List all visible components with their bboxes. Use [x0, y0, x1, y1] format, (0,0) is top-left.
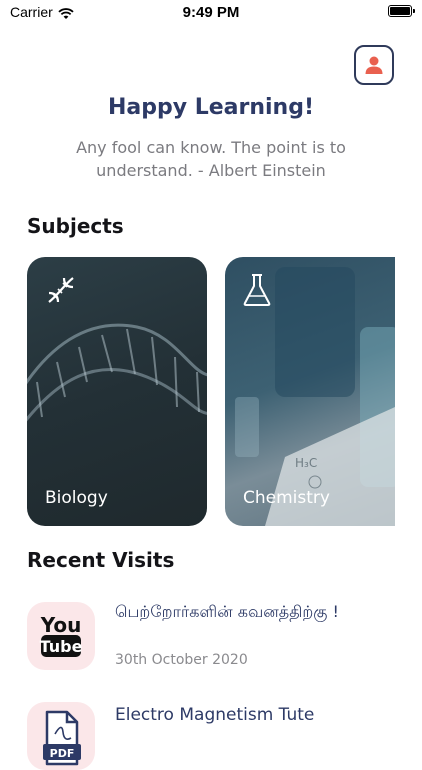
status-bar: Carrier 9:49 PM: [0, 0, 422, 26]
pdf-icon: PDF: [43, 710, 81, 766]
battery-icon: [388, 5, 415, 17]
subjects-heading: Subjects: [27, 214, 124, 238]
quote-text: Any fool can know. The point is to under…: [76, 138, 346, 180]
recent-item-title: Electro Magnetism Tute: [115, 705, 315, 725]
recent-visits-heading: Recent Visits: [27, 548, 175, 572]
clock: 9:49 PM: [182, 4, 240, 21]
subject-label-chemistry: Chemistry: [243, 488, 330, 508]
recent-item-title: பெற்றோர்களின் கவனத்திற்கு !: [115, 602, 339, 621]
flask-icon: [243, 274, 271, 306]
recent-item[interactable]: PDF Electro Magnetism Tute: [27, 702, 407, 770]
svg-text:H₃C: H₃C: [295, 456, 317, 470]
subject-label-biology: Biology: [45, 488, 108, 508]
svg-text:Tube: Tube: [40, 637, 83, 656]
profile-button[interactable]: [354, 45, 394, 85]
subject-card-biology[interactable]: Biology: [27, 257, 207, 526]
recent-thumbnail: You Tube: [27, 602, 95, 670]
svg-text:You: You: [40, 613, 82, 637]
youtube-icon: You Tube: [40, 613, 83, 657]
recent-thumbnail: PDF: [27, 702, 95, 770]
subject-card-chemistry[interactable]: H₃C Chemistry: [225, 257, 395, 526]
svg-text:PDF: PDF: [50, 747, 75, 760]
recent-item-date: 30th October 2020: [115, 652, 248, 668]
recent-item[interactable]: You Tube பெற்றோர்களின் கவனத்திற்கு ! 30t…: [27, 602, 407, 672]
dna-icon: [48, 277, 74, 303]
page-title: Happy Learning!: [107, 95, 315, 120]
user-icon: [365, 56, 383, 74]
